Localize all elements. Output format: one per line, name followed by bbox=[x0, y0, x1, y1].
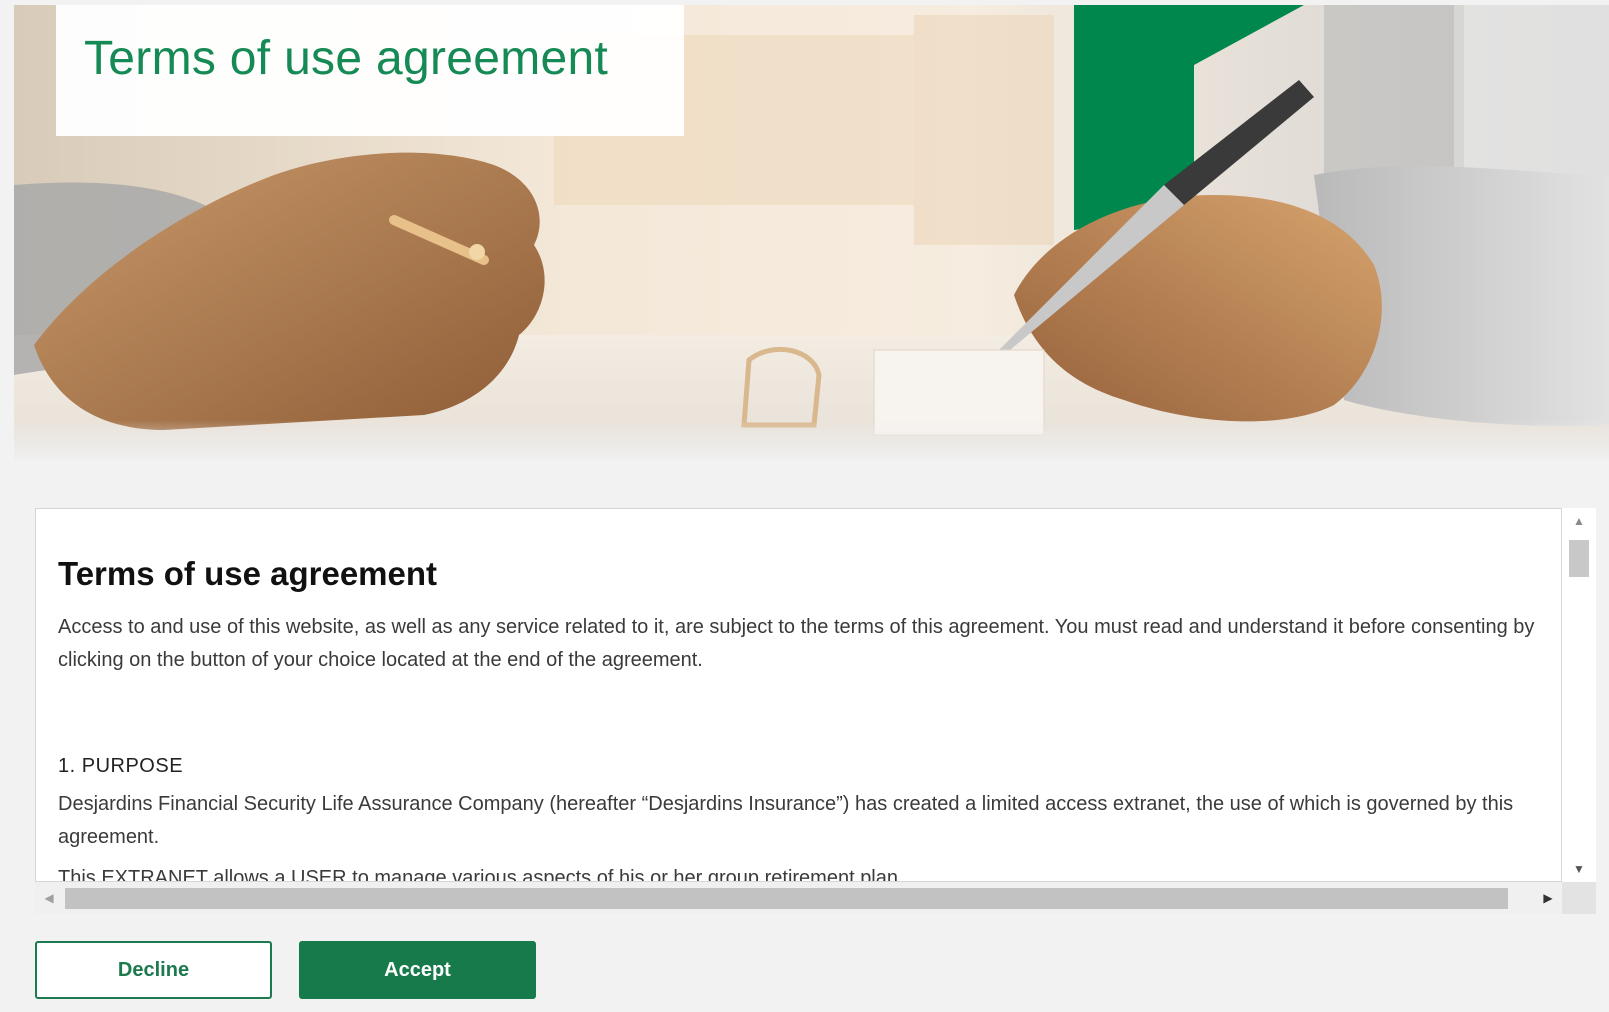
hero-banner: Terms of use agreement bbox=[14, 5, 1609, 460]
section-paragraph: Desjardins Financial Security Life Assur… bbox=[58, 793, 1514, 848]
section-paragraph: This EXTRANET allows a USER to manage va… bbox=[58, 867, 898, 882]
agreement-intro: Access to and use of this website, as we… bbox=[58, 616, 1535, 671]
agreement-scroll-panel[interactable]: Terms of use agreement Access to and use… bbox=[35, 508, 1596, 914]
triangle-right-icon[interactable]: ▶ bbox=[1534, 882, 1562, 914]
hero-title: Terms of use agreement bbox=[84, 32, 609, 85]
agreement-body: Terms of use agreement Access to and use… bbox=[58, 555, 1561, 882]
agreement-heading: Terms of use agreement bbox=[58, 555, 438, 592]
triangle-up-icon[interactable]: ▲ bbox=[1562, 508, 1596, 534]
hero-fade bbox=[14, 420, 1609, 460]
section-title-purpose: 1. PURPOSE bbox=[58, 755, 184, 777]
hero-title-box: Terms of use agreement bbox=[56, 5, 684, 136]
scrollbar-corner bbox=[1562, 882, 1596, 914]
accept-button[interactable]: Accept bbox=[299, 941, 536, 999]
agreement-content[interactable]: Terms of use agreement Access to and use… bbox=[35, 508, 1562, 882]
horizontal-scroll-thumb[interactable] bbox=[65, 888, 1508, 909]
triangle-down-icon[interactable]: ▼ bbox=[1562, 856, 1596, 882]
terms-page: Terms of use agreement Terms of use agre… bbox=[0, 0, 1609, 1012]
vertical-scrollbar[interactable]: ▲ ▼ bbox=[1562, 508, 1596, 882]
decline-button[interactable]: Decline bbox=[35, 941, 272, 999]
vertical-scroll-thumb[interactable] bbox=[1569, 540, 1589, 577]
horizontal-scrollbar[interactable]: ◀ ▶ bbox=[35, 882, 1562, 914]
triangle-left-icon[interactable]: ◀ bbox=[35, 882, 63, 914]
